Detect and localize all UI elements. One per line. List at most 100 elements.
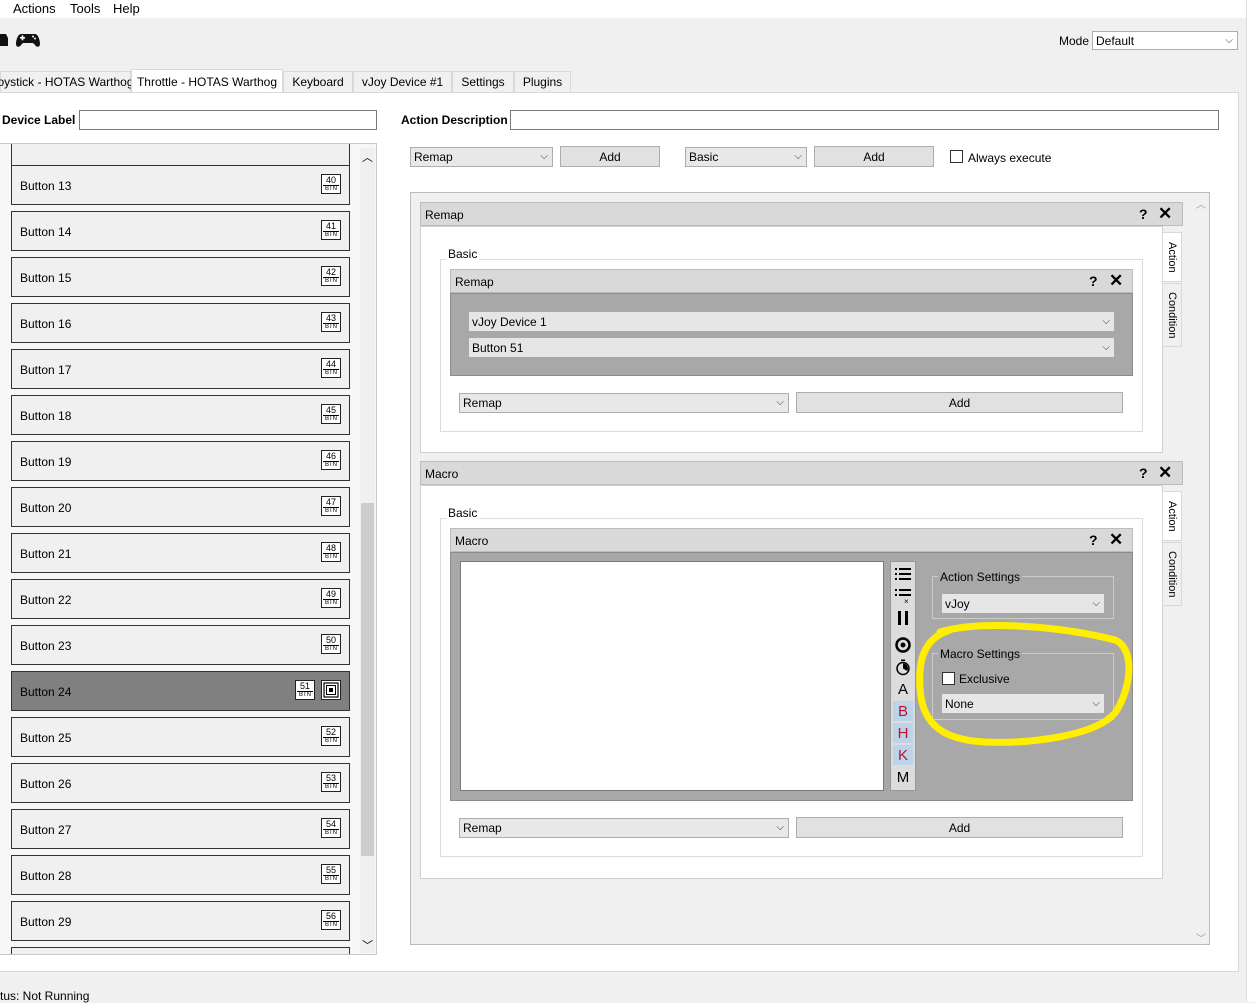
menu-actions[interactable]: Actions xyxy=(13,1,56,16)
button-number: 41 xyxy=(325,221,336,231)
add-action-button[interactable]: Add xyxy=(796,392,1123,413)
mode-value: Default xyxy=(1096,33,1135,48)
list-item[interactable]: Button 13 40 BTN xyxy=(11,165,350,205)
list-item-label: Button 18 xyxy=(20,409,72,423)
list-item[interactable]: Button 26 53 BTN xyxy=(11,763,350,803)
action-type-select[interactable]: Remap ⌵ xyxy=(410,147,553,167)
add-action-button[interactable]: Add xyxy=(796,817,1123,838)
add-container-button[interactable]: Add xyxy=(814,146,934,167)
chevron-down-icon: ⌵ xyxy=(1102,341,1110,353)
list-item[interactable]: Button 18 45 BTN xyxy=(11,395,350,435)
list-item-label: Button 26 xyxy=(20,777,72,791)
list-item[interactable]: Button 19 46 BTN xyxy=(11,441,350,481)
scroll-up-icon[interactable]: ︿ xyxy=(362,149,373,165)
menu-tools[interactable]: Tools xyxy=(70,1,100,16)
tab-action[interactable]: Action xyxy=(1162,491,1182,541)
close-icon[interactable]: ✕ xyxy=(1109,530,1123,550)
close-icon[interactable]: ✕ xyxy=(1109,271,1123,291)
list-item[interactable]: Button 28 55 BTN xyxy=(11,855,350,895)
action-title: Macro xyxy=(455,534,489,548)
list-item[interactable]: Button 27 54 BTN xyxy=(11,809,350,849)
add-action-select[interactable]: Remap ⌵ xyxy=(459,818,789,838)
list-item[interactable]: Button 16 43 BTN xyxy=(11,303,350,343)
list-item[interactable]: Button 23 50 BTN xyxy=(11,625,350,665)
select-value: Remap xyxy=(463,821,502,835)
menu-help[interactable]: Help xyxy=(113,1,140,16)
list-item[interactable]: Button 25 52 BTN xyxy=(11,717,350,757)
tab-label: Throttle - HOTAS Warthog xyxy=(136,74,278,89)
list-item-label: Button 27 xyxy=(20,823,72,837)
chevron-down-icon: ⌵ xyxy=(540,151,548,162)
button-tag: BTN xyxy=(323,277,339,284)
list-item[interactable]: Button 22 49 BTN xyxy=(11,579,350,619)
macro-step-list[interactable] xyxy=(460,561,884,791)
macro-action-titlebar: Macro ? ✕ xyxy=(450,528,1133,552)
remove-list-icon[interactable]: × xyxy=(893,586,913,606)
add-action-select[interactable]: Remap ⌵ xyxy=(459,393,789,413)
button-label: Add xyxy=(948,820,971,835)
tab-vjoy-device[interactable]: vJoy Device #1 xyxy=(353,71,452,92)
tab-plugins[interactable]: Plugins xyxy=(514,71,571,92)
list-scrollbar-thumb[interactable] xyxy=(361,503,374,856)
action-settings-select[interactable]: vJoy ⌵ xyxy=(942,594,1104,613)
tab-keyboard[interactable]: Keyboard xyxy=(283,71,353,92)
button-tag: BTN xyxy=(323,507,339,514)
scroll-down-icon[interactable]: ﹀ xyxy=(362,937,373,953)
container-type-select[interactable]: Basic ⌵ xyxy=(685,147,807,167)
select-value: Remap xyxy=(414,150,453,164)
open-folder-icon[interactable] xyxy=(0,30,8,50)
list-item-label: Button 20 xyxy=(20,501,72,515)
button-tag: BTN xyxy=(297,691,313,698)
gamepad-icon[interactable] xyxy=(16,31,40,49)
list-item[interactable]: Button 20 47 BTN xyxy=(11,487,350,527)
scroll-down-icon[interactable]: ﹀ xyxy=(1196,930,1206,945)
button-number: 49 xyxy=(325,589,336,599)
add-action-button[interactable]: Add xyxy=(560,146,660,167)
chevron-down-icon: ⌵ xyxy=(1102,315,1110,327)
button-tag: BTN xyxy=(323,461,339,468)
close-icon[interactable]: ✕ xyxy=(1158,463,1172,483)
input-list[interactable]: Button 13 40 BTN Button 14 41 BTN Button 15 42 B… xyxy=(0,143,377,955)
tool-mouse-label[interactable]: M xyxy=(893,767,913,787)
tab-condition[interactable]: Condition xyxy=(1162,283,1182,347)
help-icon[interactable]: ? xyxy=(1139,465,1148,481)
action-description-input[interactable] xyxy=(510,110,1219,130)
mode-select[interactable]: Default ⌵ xyxy=(1092,31,1238,50)
vjoy-button-select[interactable]: Button 51 ⌵ xyxy=(469,338,1114,357)
close-icon[interactable]: ✕ xyxy=(1158,204,1172,224)
tab-settings[interactable]: Settings xyxy=(452,71,514,92)
tab-throttle[interactable]: Throttle - HOTAS Warthog xyxy=(131,69,283,93)
container-title: Remap xyxy=(425,208,464,222)
button-number: 55 xyxy=(325,865,336,875)
vjoy-device-select[interactable]: vJoy Device 1 ⌵ xyxy=(469,312,1114,331)
always-execute-checkbox[interactable] xyxy=(950,150,963,163)
list-item[interactable]: Button 15 42 BTN xyxy=(11,257,350,297)
scroll-up-icon[interactable]: ︿ xyxy=(1196,196,1206,211)
background-window-edge xyxy=(1246,0,1256,1002)
button-number: 51 xyxy=(299,681,310,691)
tab-label: Action xyxy=(1166,241,1178,273)
button-number-icon: 40 BTN xyxy=(321,174,341,194)
button-number: 46 xyxy=(325,451,336,461)
device-label-input[interactable] xyxy=(79,110,377,130)
list-item[interactable]: Button 17 44 BTN xyxy=(11,349,350,389)
tab-action[interactable]: Action xyxy=(1162,232,1182,282)
list-item[interactable]: Button 29 56 BTN xyxy=(11,901,350,941)
select-value: vJoy Device 1 xyxy=(472,314,547,329)
help-icon[interactable]: ? xyxy=(1139,206,1148,222)
list-item[interactable] xyxy=(11,947,350,954)
list-item[interactable]: Button 24 51 BTN xyxy=(11,671,350,711)
add-list-icon[interactable] xyxy=(893,564,913,584)
tab-condition[interactable]: Condition xyxy=(1162,542,1182,606)
button-number: 40 xyxy=(325,175,336,185)
list-item[interactable]: Button 14 41 BTN xyxy=(11,211,350,251)
list-item-label: Button 19 xyxy=(20,455,72,469)
list-item-label: Button 23 xyxy=(20,639,72,653)
tab-joystick[interactable]: oystick - HOTAS Warthog xyxy=(0,71,134,92)
svg-text:×: × xyxy=(904,597,909,604)
help-icon[interactable]: ? xyxy=(1089,532,1098,548)
list-item[interactable]: Button 21 48 BTN xyxy=(11,533,350,573)
button-tag: BTN xyxy=(323,553,339,560)
help-icon[interactable]: ? xyxy=(1089,273,1098,289)
button-number: 53 xyxy=(325,773,336,783)
